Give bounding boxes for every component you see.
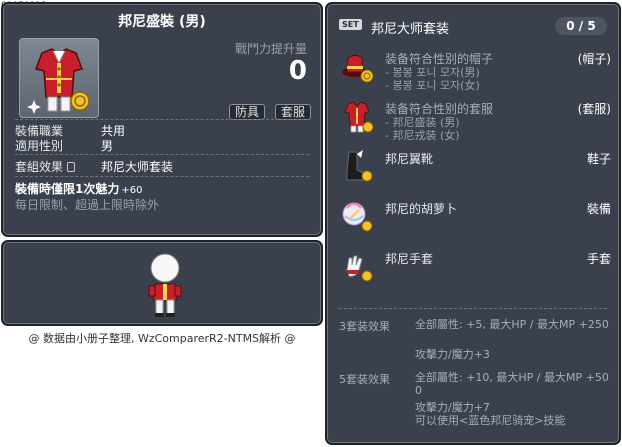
footer-credit: @ 数据由小册子整理, WzComparerR2-NTMS解析 @ xyxy=(28,332,296,345)
set-effect-5-stats: 全部屬性: +10, 最大HP / 最大MP +500 xyxy=(415,371,609,397)
power-label: 戰鬥力提升量 xyxy=(234,42,307,56)
avatar-preview xyxy=(1,240,323,326)
item-tooltip: 邦尼盛裝 (男) 戰鬥力提升量 0 防具 套服 裝備職業 共用 適用性別男 套組… xyxy=(1,2,323,237)
set-effect-value: 邦尼大师套装 xyxy=(101,160,174,174)
set-progress: 0 / 5 xyxy=(555,17,607,35)
red-suit-icon xyxy=(344,101,374,133)
gender-label: 適用性別 xyxy=(15,139,64,153)
power-value: 0 xyxy=(288,56,307,86)
piece-name: 邦尼翼靴 xyxy=(385,152,434,166)
divider xyxy=(339,308,607,309)
carrot-icon xyxy=(342,202,373,232)
red-suit-icon xyxy=(27,48,90,114)
gender-row: 適用性別 男 xyxy=(15,137,113,154)
set-piece-gloves: 邦尼手套 手套 xyxy=(339,248,611,292)
tag-suit: 套服 xyxy=(275,104,312,120)
set-effect-row: 套組效果 xyxy=(15,158,79,175)
piece-slot: 裝備 xyxy=(586,202,611,216)
piece-variant: - 邦尼戎装 (女) xyxy=(385,129,460,142)
set-tooltip: SET 邦尼大师套装 0 / 5 装备符合性别的帽子 (帽子) - 봉봉 포니 … xyxy=(325,2,621,445)
gender-value: 男 xyxy=(101,139,114,153)
item-icon xyxy=(19,38,99,118)
set-effect-3-attack: 攻擊力/魔力+3 xyxy=(415,348,490,361)
glove-icon xyxy=(346,255,373,282)
divider xyxy=(15,154,309,155)
divider xyxy=(15,119,309,120)
set-piece-shoes: 邦尼翼靴 鞋子 xyxy=(339,148,611,192)
item-title: 邦尼盛裝 (男) xyxy=(118,14,206,30)
piece-name: 邦尼的胡萝卜 xyxy=(385,202,458,216)
piece-variant: - 봉봉 포니 모자(女) xyxy=(385,79,480,92)
boots-icon xyxy=(346,150,373,182)
lock-icon xyxy=(67,162,76,172)
piece-slot: 手套 xyxy=(586,252,611,266)
hat-icon xyxy=(342,55,374,83)
charm-text: 裝備時僅限1次魅力 xyxy=(15,182,120,196)
job-value: 共用 xyxy=(101,124,126,138)
set-effect-label: 套組效果 xyxy=(15,160,64,174)
set-title: 邦尼大师套装 xyxy=(371,22,450,37)
divider xyxy=(15,176,309,177)
set-effect-5-skill: 可以使用<蓝色邦尼骑宠>技能 xyxy=(415,414,566,427)
piece-slot: (帽子) xyxy=(577,52,611,66)
piece-name: 邦尼手套 xyxy=(385,252,434,266)
piece-slot: (套服) xyxy=(577,102,611,116)
set-effect-5-attack: 攻擊力/魔力+7 xyxy=(415,401,490,414)
set-effect-5-label: 5套装效果 xyxy=(339,373,390,386)
set-effect-3-label: 3套装效果 xyxy=(339,320,390,333)
charm-row: 裝備時僅限1次魅力 +60 xyxy=(15,180,142,197)
daily-limit-text: 每日限制、超過上限時除外 xyxy=(15,198,160,212)
charm-value: +60 xyxy=(121,185,143,196)
set-piece-weapon: 邦尼的胡萝卜 裝備 xyxy=(339,198,611,242)
set-piece-hat: 装备符合性别的帽子 (帽子) - 봉봉 포니 모자(男) - 봉봉 포니 모자(… xyxy=(339,48,611,92)
piece-slot: 鞋子 xyxy=(586,152,611,166)
set-piece-suit: 装备符合性别的套服 (套服) - 邦尼盛装 (男) - 邦尼戎装 (女) xyxy=(339,98,611,142)
set-badge: SET xyxy=(339,19,362,30)
avatar-figure xyxy=(148,253,182,317)
set-effect-3-stats: 全部屬性: +5, 最大HP / 最大MP +250 xyxy=(415,318,609,331)
tag-armor: 防具 xyxy=(229,104,266,120)
